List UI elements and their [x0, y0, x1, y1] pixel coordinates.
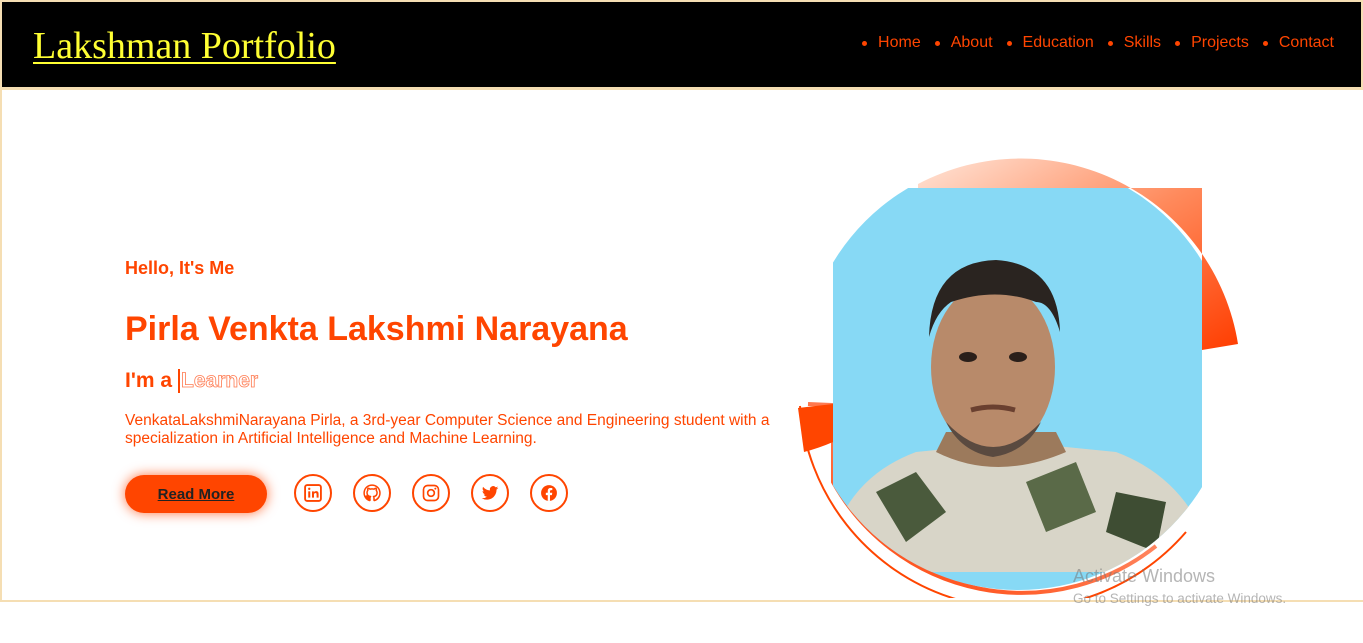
- bullet-icon: [862, 40, 868, 46]
- profile-photo: [798, 158, 1238, 598]
- bullet-icon: [934, 40, 940, 46]
- read-more-button[interactable]: Read More: [125, 475, 267, 513]
- hero-role: I'm a Learner: [125, 369, 258, 393]
- typing-cursor: [178, 369, 181, 393]
- twitter-link[interactable]: [471, 474, 509, 512]
- bullet-icon: [1006, 40, 1012, 46]
- github-link[interactable]: [353, 474, 391, 512]
- main-nav: Home About Education Skills Projects Con…: [848, 34, 1334, 52]
- linkedin-icon: [304, 484, 322, 502]
- role-typed-text: Learner: [181, 369, 259, 393]
- nav-item-skills: Skills: [1107, 34, 1161, 52]
- bullet-icon: [1175, 40, 1181, 46]
- activate-windows-watermark: Activate Windows Go to Settings to activ…: [1073, 566, 1286, 606]
- linkedin-link[interactable]: [294, 474, 332, 512]
- hero-bio: VenkataLakshmiNarayana Pirla, a 3rd-year…: [125, 412, 770, 447]
- bullet-icon: [1107, 40, 1113, 46]
- nav-item-projects: Projects: [1175, 34, 1249, 52]
- social-links: [294, 474, 589, 512]
- facebook-link[interactable]: [530, 474, 568, 512]
- twitter-icon: [481, 486, 499, 500]
- nav-link-home[interactable]: Home: [878, 34, 921, 52]
- nav-item-home: Home: [862, 34, 921, 52]
- nav-link-projects[interactable]: Projects: [1191, 34, 1249, 52]
- profile-photo-frame: [796, 152, 1242, 598]
- facebook-icon: [541, 485, 557, 501]
- github-icon: [363, 484, 381, 502]
- site-header: Lakshman Portfolio Home About Education …: [0, 0, 1363, 90]
- nav-link-skills[interactable]: Skills: [1124, 34, 1161, 52]
- role-prefix: I'm a: [125, 369, 173, 392]
- nav-item-education: Education: [1006, 34, 1094, 52]
- nav-link-contact[interactable]: Contact: [1279, 34, 1334, 52]
- watermark-title: Activate Windows: [1073, 566, 1216, 586]
- nav-item-about: About: [934, 34, 993, 52]
- watermark-subtitle: Go to Settings to activate Windows.: [1073, 591, 1287, 606]
- nav-item-contact: Contact: [1262, 34, 1334, 52]
- instagram-icon: [422, 484, 440, 502]
- nav-link-education[interactable]: Education: [1023, 34, 1094, 52]
- hero-greeting: Hello, It's Me: [125, 258, 235, 278]
- nav-link-about[interactable]: About: [951, 34, 993, 52]
- bullet-icon: [1262, 40, 1268, 46]
- hero-name: Pirla Venkta Lakshmi Narayana: [125, 310, 628, 348]
- site-logo[interactable]: Lakshman Portfolio: [33, 24, 336, 68]
- instagram-link[interactable]: [412, 474, 450, 512]
